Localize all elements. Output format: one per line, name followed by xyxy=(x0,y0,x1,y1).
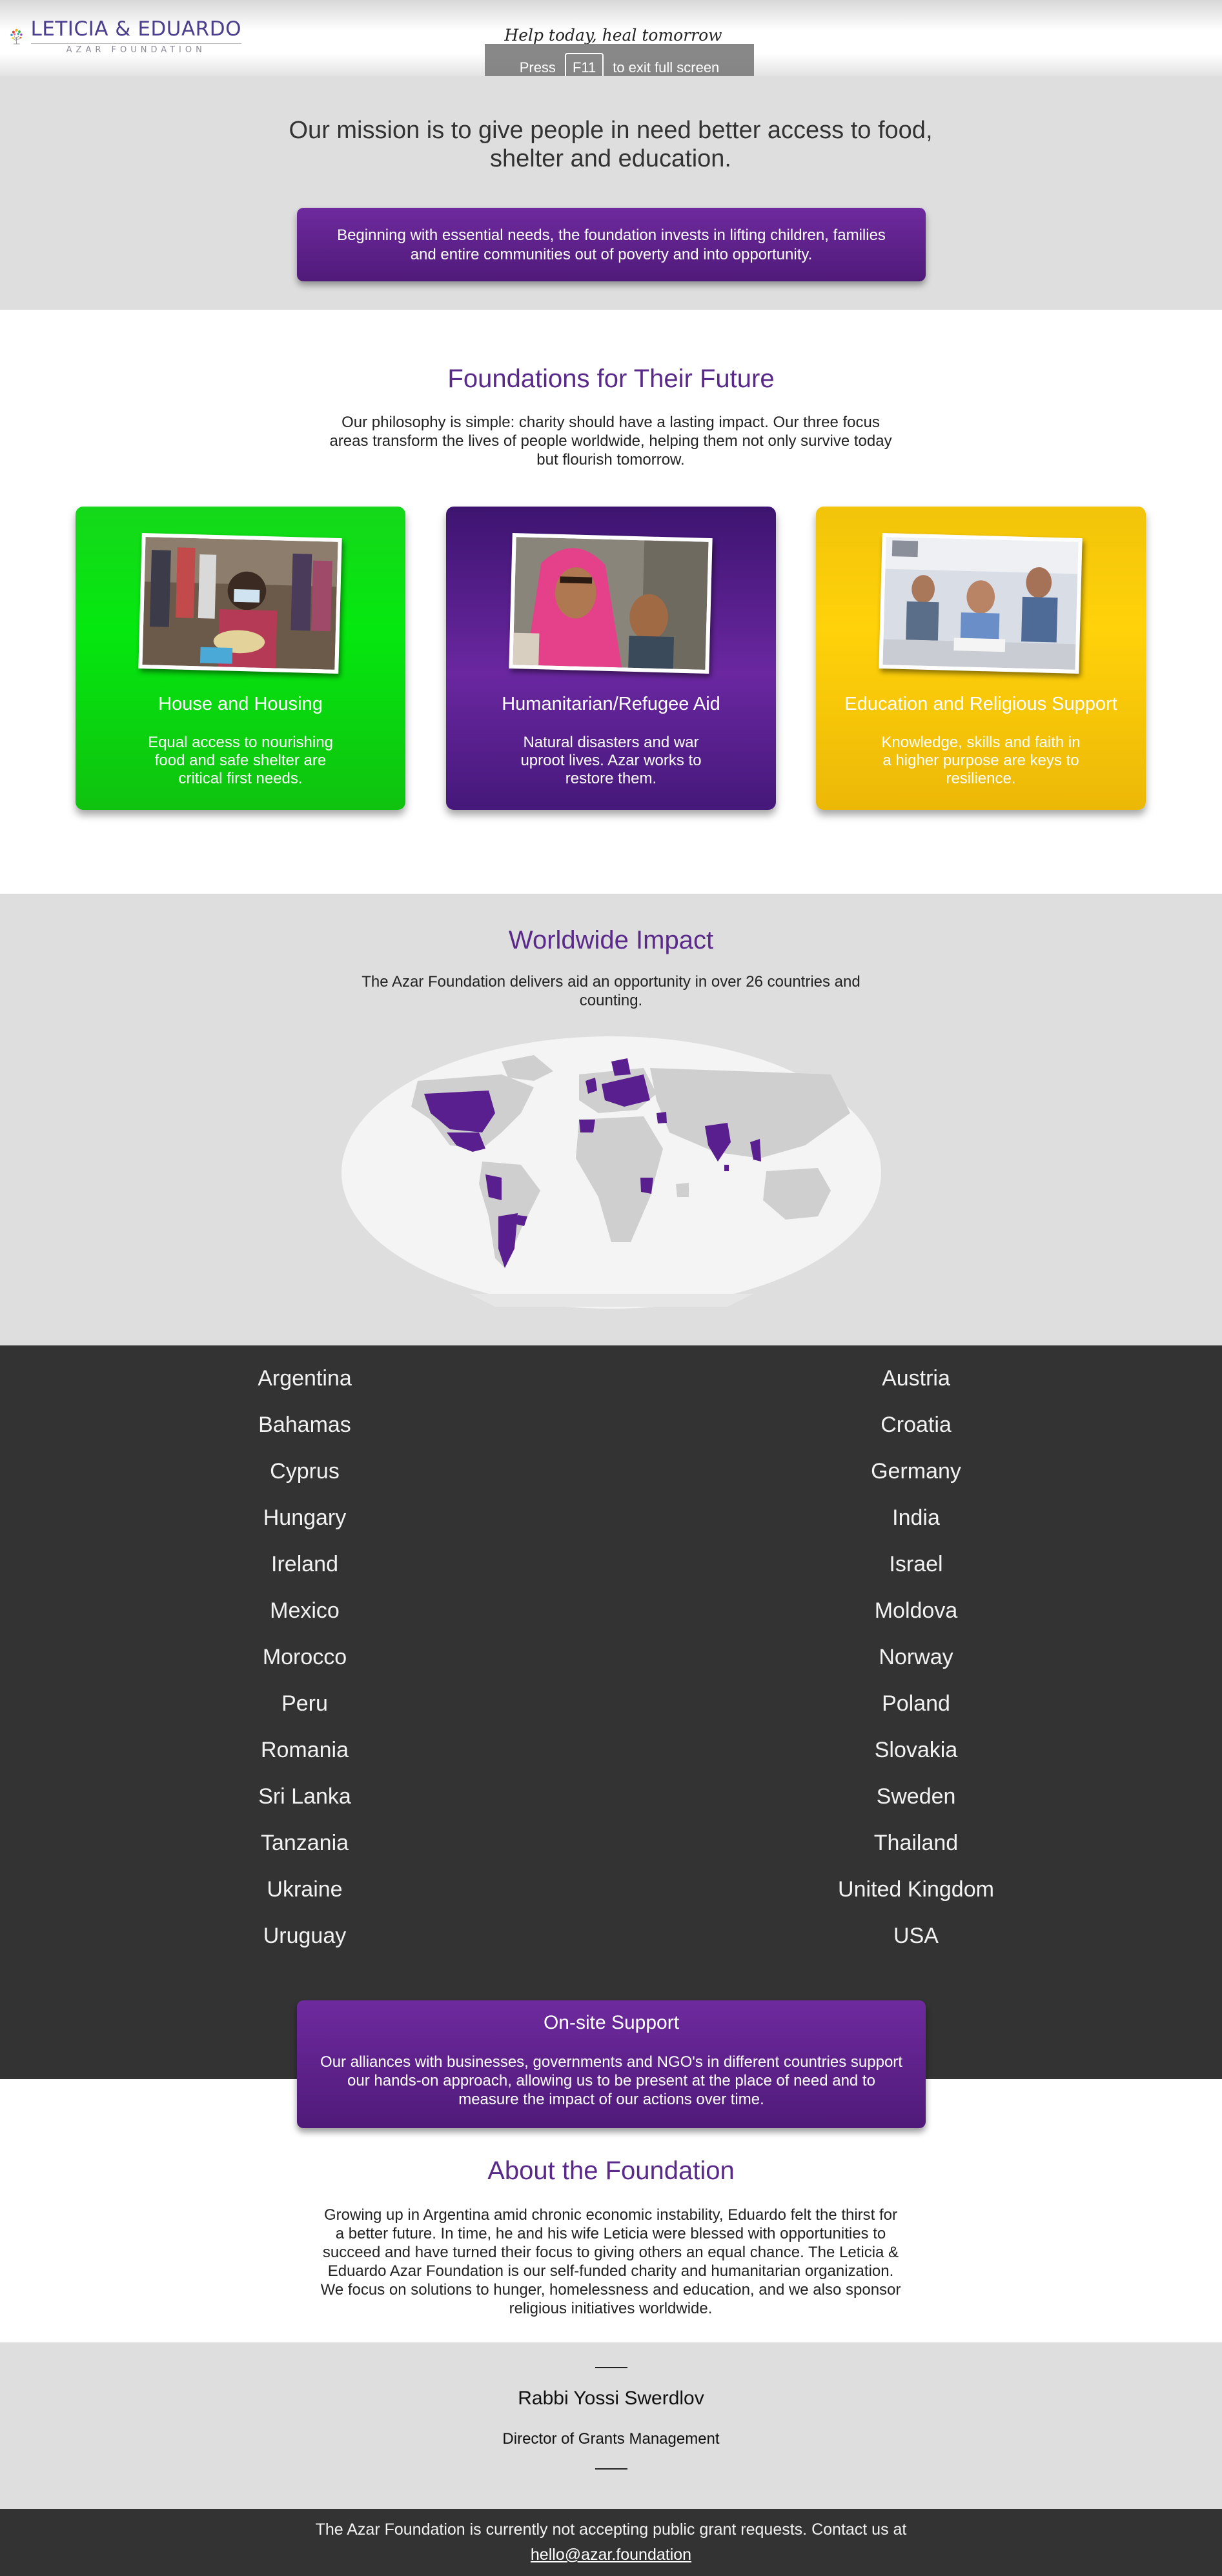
country-item: Germany xyxy=(871,1459,961,1484)
worldwide-title: Worldwide Impact xyxy=(508,926,714,954)
card-description: Equal access to nourishing food and safe… xyxy=(148,734,333,787)
contact-email-link[interactable]: hello@azar.foundation xyxy=(531,2546,691,2564)
card-description: Natural disasters and war uproot lives. … xyxy=(520,734,702,787)
card-house-and-housing[interactable]: House and Housing Equal access to nouris… xyxy=(76,507,405,810)
foundations-title: Foundations for Their Future xyxy=(447,365,775,393)
fullscreen-notice-suffix: to exit full screen xyxy=(613,59,720,75)
refugee-aid-photo xyxy=(509,532,713,674)
countries-list: Argentina Bahamas Cyprus Hungary Ireland Mexi… xyxy=(0,1345,1222,2079)
tanzania-region xyxy=(640,1178,653,1194)
contact-person-section: Rabbi Yossi Swerdlov Director of Grants … xyxy=(0,2342,1222,2509)
country-item: Ukraine xyxy=(267,1877,343,1902)
divider xyxy=(595,2367,627,2368)
card-education-religious-support[interactable]: Education and Religious Support Knowledg… xyxy=(816,507,1146,810)
worldwide-section: Worldwide Impact The Azar Foundation del… xyxy=(0,894,1222,1345)
support-title: On-site Support xyxy=(543,2012,680,2033)
country-item: Peru xyxy=(281,1691,328,1716)
country-item: India xyxy=(892,1505,940,1530)
country-item: Bahamas xyxy=(258,1413,351,1437)
country-item: Argentina xyxy=(258,1366,352,1391)
divider xyxy=(595,2468,627,2470)
country-item: Croatia xyxy=(881,1413,952,1437)
worldwide-description: The Azar Foundation delivers aid an oppo… xyxy=(362,973,860,1009)
card-title: Education and Religious Support xyxy=(844,694,1117,714)
site-footer: The Azar Foundation is currently not acc… xyxy=(0,2509,1222,2576)
country-item: Mexico xyxy=(270,1598,340,1623)
mission-headline: Our mission is to give people in need be… xyxy=(289,117,933,172)
contact-role: Director of Grants Management xyxy=(502,2430,720,2448)
tagline: Help today, heal tomorrow xyxy=(504,26,722,45)
morocco-region xyxy=(579,1120,595,1132)
card-title: Humanitarian/Refugee Aid xyxy=(502,694,720,714)
fullscreen-notice-prefix: Press xyxy=(519,59,556,75)
country-item: Slovakia xyxy=(874,1738,958,1762)
country-item: Israel xyxy=(889,1552,943,1576)
country-item: Tanzania xyxy=(260,1831,349,1855)
country-item: United Kingdom xyxy=(838,1877,994,1902)
country-item: Sri Lanka xyxy=(258,1784,351,1809)
country-item: Thailand xyxy=(873,1831,959,1855)
country-item: Morocco xyxy=(262,1645,347,1669)
sri-lanka-region xyxy=(724,1165,729,1171)
country-item: Austria xyxy=(882,1366,950,1391)
country-item: Sweden xyxy=(876,1784,956,1809)
housing-photo xyxy=(138,532,342,674)
card-description: Knowledge, skills and faith in a higher … xyxy=(881,734,1081,787)
onsite-support-callout: On-site Support Our alliances with busin… xyxy=(297,2000,926,2128)
country-item: Ireland xyxy=(271,1552,338,1576)
country-item: Norway xyxy=(879,1645,953,1669)
mission-callout: Beginning with essential needs, the foun… xyxy=(297,208,926,281)
country-item: Uruguay xyxy=(263,1924,347,1948)
about-title: About the Foundation xyxy=(487,2157,735,2185)
card-title: House and Housing xyxy=(158,694,323,714)
footer-text: The Azar Foundation is currently not acc… xyxy=(315,2521,907,2539)
country-item: Moldova xyxy=(874,1598,958,1623)
support-description: Our alliances with businesses, governmen… xyxy=(320,2053,902,2108)
world-map[interactable] xyxy=(340,1036,882,1310)
country-item: USA xyxy=(893,1924,939,1948)
country-item: Poland xyxy=(882,1691,950,1716)
tree-logo-icon xyxy=(10,28,23,45)
education-photo xyxy=(879,532,1083,674)
contact-name: Rabbi Yossi Swerdlov xyxy=(518,2388,704,2409)
card-humanitarian-refugee-aid[interactable]: Humanitarian/Refugee Aid Natural disaste… xyxy=(446,507,776,810)
country-item: Romania xyxy=(260,1738,349,1762)
country-item: Cyprus xyxy=(270,1459,340,1484)
site-logo[interactable]: LETICIA & EDUARDO AZAR FOUNDATION xyxy=(9,6,241,66)
logo-subtitle: AZAR FOUNDATION xyxy=(30,43,241,55)
israel-region xyxy=(657,1112,667,1123)
country-item: Hungary xyxy=(263,1505,347,1530)
logo-name: LETICIA & EDUARDO xyxy=(30,17,241,41)
about-description: Growing up in Argentina amid chronic eco… xyxy=(320,2206,901,2317)
foundations-description: Our philosophy is simple: charity should… xyxy=(329,414,892,468)
mission-section: Our mission is to give people in need be… xyxy=(0,76,1222,310)
